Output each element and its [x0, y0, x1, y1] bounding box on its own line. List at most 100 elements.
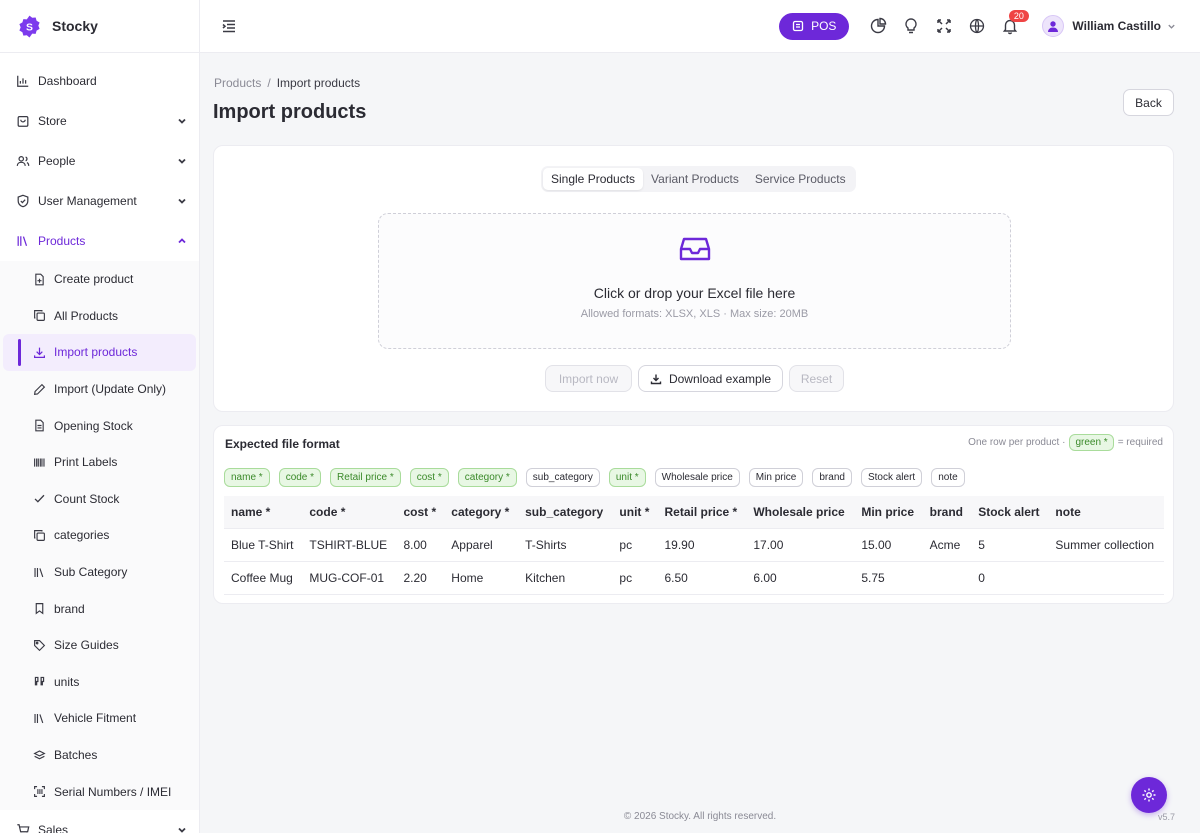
- tab-variant-products[interactable]: Variant Products: [643, 168, 747, 190]
- sidebar-item-label: Batches: [54, 748, 98, 763]
- sidebar-item-all-products[interactable]: All Products: [3, 298, 196, 335]
- sidebar-item-label: Dashboard: [38, 74, 97, 88]
- topbar-actions: POS 20 William Castillo: [779, 10, 1200, 40]
- layers-icon: [33, 749, 46, 759]
- sidebar-item-label: Import (Update Only): [54, 382, 167, 397]
- bookmark-icon: [35, 603, 44, 615]
- sidebar-item-sub-category[interactable]: Sub Category: [3, 554, 196, 591]
- user-name: William Castillo: [1072, 19, 1161, 33]
- chevron-down-icon: [178, 827, 186, 833]
- sidebar-item-label: Import products: [54, 345, 138, 360]
- sidebar-item-opening-stock[interactable]: Opening Stock: [3, 407, 196, 444]
- sidebar-item-label: Sub Category: [54, 565, 128, 580]
- sidebar-item-store[interactable]: Store: [0, 101, 199, 141]
- back-button[interactable]: Back: [1123, 89, 1174, 116]
- user-menu[interactable]: William Castillo: [1042, 15, 1176, 37]
- lightbulb-icon[interactable]: [902, 17, 920, 35]
- format-note-prefix: One row per product ·: [968, 437, 1066, 448]
- file-plus-icon: [35, 273, 44, 286]
- column-chips: name * code * Retail price * cost * category…: [224, 468, 974, 487]
- file-dropzone[interactable]: Click or drop your Excel file here Allow…: [378, 213, 1011, 349]
- menu-toggle-icon[interactable]: [220, 17, 238, 35]
- pos-button[interactable]: POS: [779, 12, 850, 40]
- scan-icon: [34, 786, 45, 798]
- barcode-icon: [34, 458, 45, 467]
- reset-button[interactable]: Reset: [789, 365, 844, 392]
- dropzone-title: Click or drop your Excel file here: [593, 285, 796, 301]
- column-header: brand: [922, 496, 972, 529]
- table-cell: MUG-COF-01: [302, 561, 397, 595]
- sidebar-item-label: Opening Stock: [54, 418, 133, 433]
- table-cell: Summer collection: [1048, 528, 1164, 562]
- quote-icon: [34, 677, 45, 686]
- column-header: Wholesale price: [746, 496, 855, 529]
- tab-service-products[interactable]: Service Products: [747, 168, 854, 190]
- sidebar-item-sales[interactable]: Sales: [0, 810, 199, 833]
- sidebar-item-units[interactable]: units: [3, 664, 196, 701]
- breadcrumb-parent-link[interactable]: Products: [214, 76, 261, 90]
- sidebar-item-create-product[interactable]: Create product: [3, 261, 196, 298]
- tag-icon: [34, 639, 46, 651]
- sidebar-item-people[interactable]: People: [0, 141, 199, 181]
- sidebar-item-count-stock[interactable]: Count Stock: [3, 481, 196, 518]
- books-icon: [17, 236, 28, 247]
- pie-chart-icon[interactable]: [869, 17, 887, 35]
- products-submenu: Create product All Products Import produ…: [0, 261, 199, 810]
- sidebar-item-dashboard[interactable]: Dashboard: [0, 61, 199, 101]
- required-legend-tag: green *: [1069, 434, 1114, 451]
- table-cell: 2.20: [396, 561, 445, 595]
- column-chip: name *: [224, 468, 270, 487]
- sidebar-item-user-management[interactable]: User Management: [0, 181, 199, 221]
- column-header: category *: [444, 496, 519, 529]
- sidebar-item-import-update-only[interactable]: Import (Update Only): [3, 371, 196, 408]
- table-cell: 5.75: [854, 561, 923, 595]
- import-now-button[interactable]: Import now: [545, 365, 632, 392]
- sidebar-item-label: Store: [38, 114, 67, 128]
- sidebar-item-import-products[interactable]: Import products: [3, 334, 196, 371]
- settings-fab[interactable]: [1131, 777, 1167, 813]
- brand[interactable]: S Stocky: [0, 0, 199, 53]
- sidebar-item-size-guides[interactable]: Size Guides: [3, 627, 196, 664]
- sidebar-item-products[interactable]: Products: [0, 221, 199, 261]
- sidebar-item-label: Count Stock: [54, 491, 120, 506]
- user-icon: [1048, 21, 1059, 32]
- download-example-button[interactable]: Download example: [638, 365, 783, 392]
- chart-bar-icon: [17, 75, 29, 87]
- breadcrumb-separator: /: [267, 76, 271, 90]
- globe-icon[interactable]: [968, 17, 986, 35]
- table-cell: Apparel: [444, 528, 519, 562]
- table-cell: Home: [444, 561, 519, 595]
- sidebar-item-brand[interactable]: brand: [3, 590, 196, 627]
- table-cell: pc: [612, 561, 658, 595]
- column-header: Retail price *: [657, 496, 747, 529]
- sidebar-item-categories[interactable]: categories: [3, 517, 196, 554]
- fullscreen-icon[interactable]: [935, 17, 953, 35]
- table-cell: T-Shirts: [518, 528, 613, 562]
- download-icon: [650, 374, 662, 384]
- column-header: name *: [224, 496, 303, 529]
- table-cell: TSHIRT-BLUE: [302, 528, 397, 562]
- sidebar-item-label: Print Labels: [54, 455, 118, 470]
- table-cell: Kitchen: [518, 561, 613, 595]
- column-chip: Retail price *: [330, 468, 401, 487]
- notifications[interactable]: 20: [1001, 10, 1029, 35]
- svg-text:S: S: [26, 22, 33, 33]
- column-chip: cost *: [409, 468, 449, 487]
- sidebar-item-label: All Products: [54, 308, 119, 323]
- chevron-down-icon: [1168, 24, 1175, 29]
- file-list-icon: [35, 419, 44, 432]
- format-note-suffix: = required: [1117, 437, 1163, 448]
- copy-icon: [34, 530, 45, 541]
- column-chip: category *: [457, 468, 517, 487]
- sidebar-item-batches[interactable]: Batches: [3, 737, 196, 774]
- table-cell: Acme: [922, 528, 972, 562]
- sidebar-item-label: Create product: [54, 272, 134, 287]
- sidebar-item-vehicle-fitment[interactable]: Vehicle Fitment: [3, 700, 196, 737]
- sidebar-item-print-labels[interactable]: Print Labels: [3, 444, 196, 481]
- cart-icon: [17, 824, 30, 833]
- upload-card: Single Products Variant Products Service…: [213, 145, 1174, 412]
- sidebar-item-serial-numbers[interactable]: Serial Numbers / IMEI: [3, 773, 196, 810]
- books-icon: [34, 567, 44, 577]
- column-chip: note: [931, 468, 965, 487]
- tab-single-products[interactable]: Single Products: [543, 168, 644, 190]
